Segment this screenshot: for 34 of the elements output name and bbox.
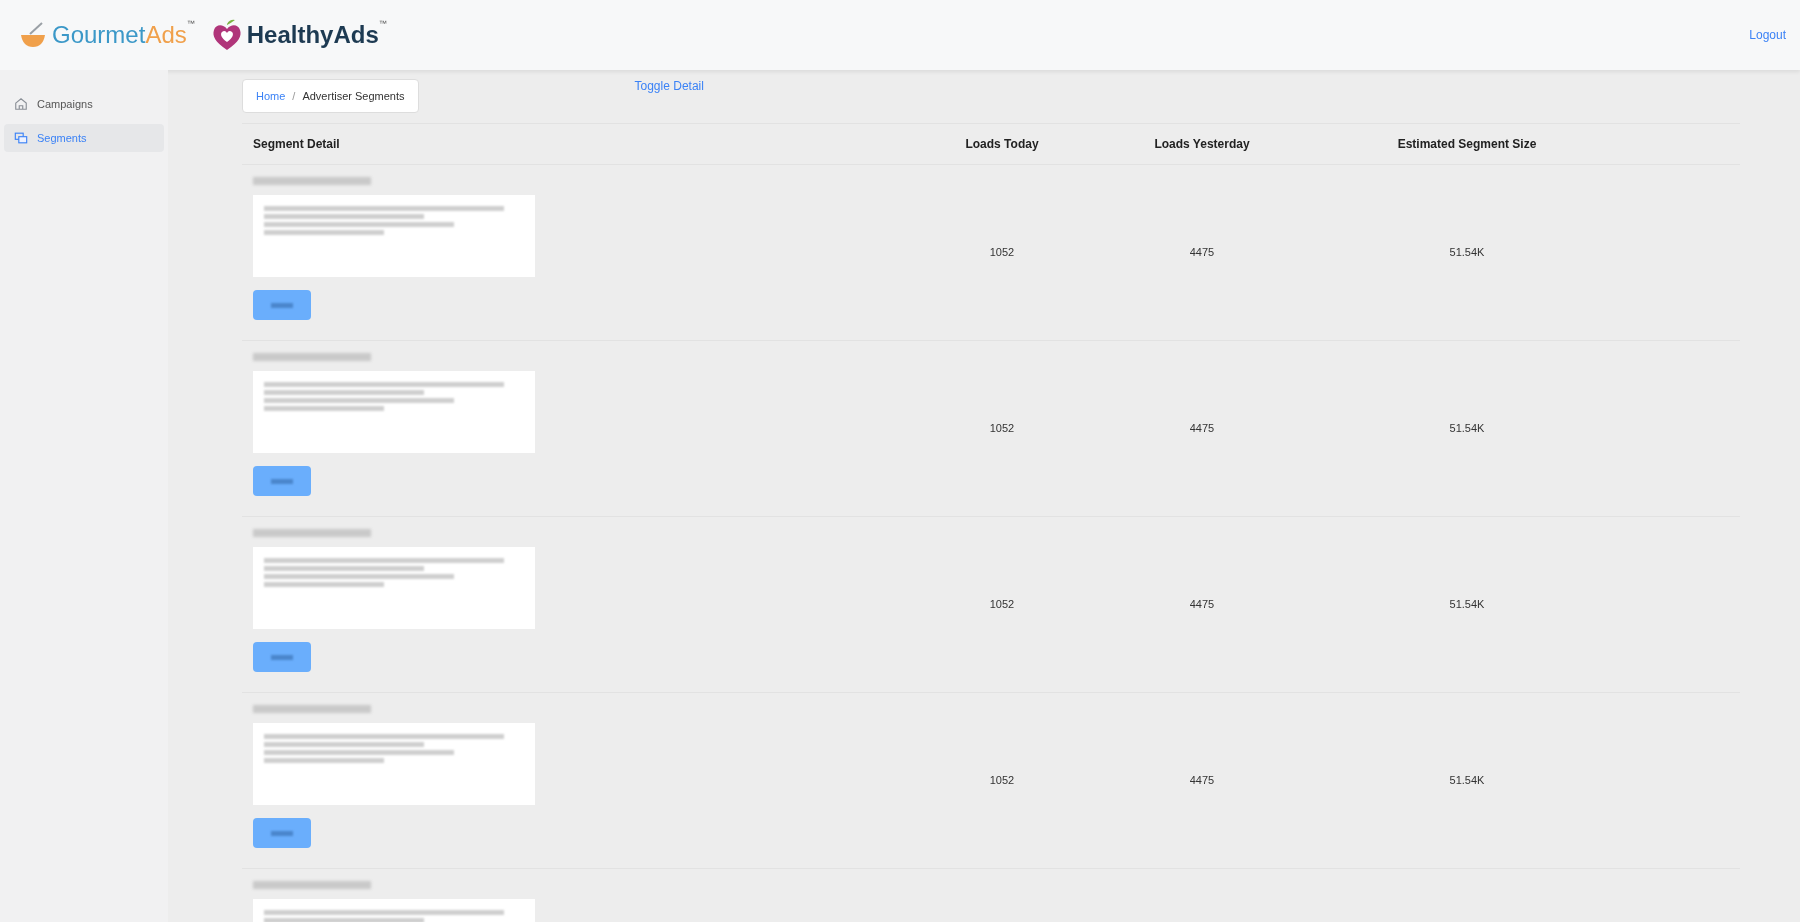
logo-text: HealthyAds bbox=[246, 20, 379, 50]
table-cell-text: 1052 bbox=[989, 773, 1015, 789]
table-cell-text: 1052 bbox=[989, 421, 1015, 437]
trademark-mark: ™ bbox=[378, 19, 387, 29]
column-header: Loads Today bbox=[965, 136, 1039, 153]
blurred-button[interactable] bbox=[253, 642, 311, 672]
column-header: Loads Yesterday bbox=[1154, 136, 1250, 153]
breadcrumb-link[interactable]: Home bbox=[256, 87, 286, 105]
table-cell-text: 4475 bbox=[1189, 597, 1215, 613]
table-cell-text: 1052 bbox=[989, 597, 1015, 613]
breadcrumb-separator: / bbox=[292, 88, 296, 104]
table-cell-text: 51.54K bbox=[1449, 421, 1485, 437]
table-cell-text: 51.54K bbox=[1449, 245, 1485, 261]
table-cell-text: 51.54K bbox=[1449, 773, 1485, 789]
toggle-detail-link[interactable]: Toggle Detail bbox=[634, 77, 704, 95]
table-cell-text: 4475 bbox=[1189, 421, 1215, 437]
blurred-button[interactable] bbox=[253, 290, 311, 320]
stacked-windows-icon bbox=[14, 131, 28, 145]
trademark-mark: ™ bbox=[186, 19, 195, 29]
blurred-button[interactable] bbox=[253, 466, 311, 496]
logo-text: GourmetAds bbox=[52, 20, 187, 50]
column-header: Estimated Segment Size bbox=[1397, 136, 1537, 153]
table-cell-text: 51.54K bbox=[1449, 597, 1485, 613]
breadcrumb-current: Advertiser Segments bbox=[302, 88, 405, 104]
sidebar-item[interactable]: Campaigns bbox=[4, 90, 164, 118]
logout-link[interactable]: Logout bbox=[1749, 26, 1786, 44]
blurred-button[interactable] bbox=[253, 818, 311, 848]
heart-apple-icon bbox=[210, 18, 243, 52]
table-cell-text: 4475 bbox=[1189, 245, 1215, 261]
table-cell-text: 1052 bbox=[989, 245, 1015, 261]
table-cell-text: 4475 bbox=[1189, 773, 1215, 789]
home-icon bbox=[14, 97, 28, 111]
sidebar-item[interactable]: Segments bbox=[4, 124, 164, 152]
column-header: Segment Detail bbox=[252, 136, 341, 153]
